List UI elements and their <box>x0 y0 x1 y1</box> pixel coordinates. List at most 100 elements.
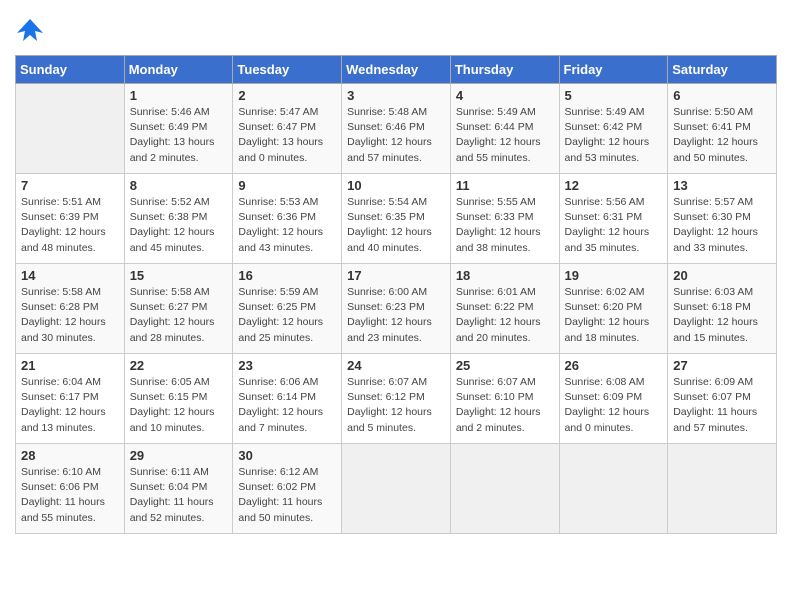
day-info: Sunrise: 6:06 AM Sunset: 6:14 PM Dayligh… <box>238 375 336 436</box>
calendar-cell: 21Sunrise: 6:04 AM Sunset: 6:17 PM Dayli… <box>16 354 125 444</box>
day-number: 17 <box>347 268 445 283</box>
day-number: 26 <box>565 358 663 373</box>
day-number: 13 <box>673 178 771 193</box>
day-info: Sunrise: 6:02 AM Sunset: 6:20 PM Dayligh… <box>565 285 663 346</box>
day-number: 7 <box>21 178 119 193</box>
logo-icon <box>15 15 45 45</box>
day-info: Sunrise: 5:54 AM Sunset: 6:35 PM Dayligh… <box>347 195 445 256</box>
calendar-cell: 23 Sunrise: 6:06 AM Sunset: 6:14 PM Dayli… <box>233 354 342 444</box>
calendar-cell: 6 Sunrise: 5:50 AM Sunset: 6:41 PM Daylig… <box>668 84 777 174</box>
calendar-cell <box>342 444 451 534</box>
day-number: 27 <box>673 358 771 373</box>
day-number: 11 <box>456 178 554 193</box>
calendar-cell: 24 Sunrise: 6:07 AM Sunset: 6:12 PM Dayli… <box>342 354 451 444</box>
calendar-cell <box>559 444 668 534</box>
calendar-cell: 13 Sunrise: 5:57 AM Sunset: 6:30 PM Dayli… <box>668 174 777 264</box>
calendar-cell: 16 Sunrise: 5:59 AM Sunset: 6:25 PM Dayli… <box>233 264 342 354</box>
day-info: Sunrise: 6:10 AM Sunset: 6:06 PM Dayligh… <box>21 465 119 526</box>
calendar-cell: 19 Sunrise: 6:02 AM Sunset: 6:20 PM Dayli… <box>559 264 668 354</box>
day-info: Sunrise: 6:09 AM Sunset: 6:07 PM Dayligh… <box>673 375 771 436</box>
page-header <box>15 15 777 45</box>
day-info: Sunrise: 6:11 AM Sunset: 6:04 PM Dayligh… <box>130 465 228 526</box>
day-number: 28 <box>21 448 119 463</box>
calendar-cell <box>668 444 777 534</box>
day-number: 9 <box>238 178 336 193</box>
calendar-cell: 2 Sunrise: 5:47 AM Sunset: 6:47 PM Daylig… <box>233 84 342 174</box>
day-number: 16 <box>238 268 336 283</box>
day-info: Sunrise: 5:50 AM Sunset: 6:41 PM Dayligh… <box>673 105 771 166</box>
day-info: Sunrise: 5:58 AM Sunset: 6:28 PM Dayligh… <box>21 285 119 346</box>
day-number: 10 <box>347 178 445 193</box>
day-number: 23 <box>238 358 336 373</box>
day-info: Sunrise: 5:56 AM Sunset: 6:31 PM Dayligh… <box>565 195 663 256</box>
weekday-header: Sunday <box>16 56 125 84</box>
calendar-cell: 30 Sunrise: 6:12 AM Sunset: 6:02 PM Dayli… <box>233 444 342 534</box>
day-info: Sunrise: 5:58 AM Sunset: 6:27 PM Dayligh… <box>130 285 228 346</box>
day-info: Sunrise: 5:53 AM Sunset: 6:36 PM Dayligh… <box>238 195 336 256</box>
calendar-cell: 3 Sunrise: 5:48 AM Sunset: 6:46 PM Daylig… <box>342 84 451 174</box>
day-info: Sunrise: 6:08 AM Sunset: 6:09 PM Dayligh… <box>565 375 663 436</box>
calendar-cell: 15 Sunrise: 5:58 AM Sunset: 6:27 PM Dayli… <box>124 264 233 354</box>
day-number: 14 <box>21 268 119 283</box>
day-number: 25 <box>456 358 554 373</box>
day-info: Sunrise: 5:55 AM Sunset: 6:33 PM Dayligh… <box>456 195 554 256</box>
day-number: 20 <box>673 268 771 283</box>
calendar-cell: 7 Sunrise: 5:51 AM Sunset: 6:39 PM Daylig… <box>16 174 125 264</box>
weekday-header: Saturday <box>668 56 777 84</box>
calendar-table: SundayMondayTuesdayWednesdayThursdayFrid… <box>15 55 777 534</box>
calendar-cell: 28 Sunrise: 6:10 AM Sunset: 6:06 PM Dayli… <box>16 444 125 534</box>
calendar-cell: 11 Sunrise: 5:55 AM Sunset: 6:33 PM Dayli… <box>450 174 559 264</box>
day-number: 1 <box>130 88 228 103</box>
day-number: 12 <box>565 178 663 193</box>
day-info: Sunrise: 6:00 AM Sunset: 6:23 PM Dayligh… <box>347 285 445 346</box>
calendar-cell: 9 Sunrise: 5:53 AM Sunset: 6:36 PM Daylig… <box>233 174 342 264</box>
weekday-header: Monday <box>124 56 233 84</box>
calendar-cell: 14 Sunrise: 5:58 AM Sunset: 6:28 PM Dayli… <box>16 264 125 354</box>
calendar-cell: 22 Sunrise: 6:05 AM Sunset: 6:15 PM Dayli… <box>124 354 233 444</box>
day-number: 6 <box>673 88 771 103</box>
day-info: Sunrise: 6:07 AM Sunset: 6:10 PM Dayligh… <box>456 375 554 436</box>
day-info: Sunrise: 6:07 AM Sunset: 6:12 PM Dayligh… <box>347 375 445 436</box>
day-info: Sunrise: 5:52 AM Sunset: 6:38 PM Dayligh… <box>130 195 228 256</box>
calendar-cell: 25 Sunrise: 6:07 AM Sunset: 6:10 PM Dayli… <box>450 354 559 444</box>
day-info: Sunrise: 5:51 AM Sunset: 6:39 PM Dayligh… <box>21 195 119 256</box>
calendar-week-row: 7 Sunrise: 5:51 AM Sunset: 6:39 PM Daylig… <box>16 174 777 264</box>
day-info: Sunrise: 5:47 AM Sunset: 6:47 PM Dayligh… <box>238 105 336 166</box>
weekday-header: Tuesday <box>233 56 342 84</box>
day-number: 30 <box>238 448 336 463</box>
calendar-cell: 1Sunrise: 5:46 AM Sunset: 6:49 PM Daylig… <box>124 84 233 174</box>
calendar-cell: 8 Sunrise: 5:52 AM Sunset: 6:38 PM Daylig… <box>124 174 233 264</box>
calendar-cell <box>16 84 125 174</box>
calendar-cell: 12 Sunrise: 5:56 AM Sunset: 6:31 PM Dayli… <box>559 174 668 264</box>
day-info: Sunrise: 6:04 AM Sunset: 6:17 PM Dayligh… <box>21 375 119 436</box>
day-number: 8 <box>130 178 228 193</box>
day-number: 24 <box>347 358 445 373</box>
calendar-cell: 10 Sunrise: 5:54 AM Sunset: 6:35 PM Dayli… <box>342 174 451 264</box>
day-number: 15 <box>130 268 228 283</box>
day-number: 2 <box>238 88 336 103</box>
calendar-header-row: SundayMondayTuesdayWednesdayThursdayFrid… <box>16 56 777 84</box>
day-info: Sunrise: 5:57 AM Sunset: 6:30 PM Dayligh… <box>673 195 771 256</box>
day-info: Sunrise: 5:49 AM Sunset: 6:42 PM Dayligh… <box>565 105 663 166</box>
calendar-cell: 4Sunrise: 5:49 AM Sunset: 6:44 PM Daylig… <box>450 84 559 174</box>
calendar-cell: 27 Sunrise: 6:09 AM Sunset: 6:07 PM Dayli… <box>668 354 777 444</box>
day-info: Sunrise: 6:01 AM Sunset: 6:22 PM Dayligh… <box>456 285 554 346</box>
day-number: 3 <box>347 88 445 103</box>
calendar-week-row: 14 Sunrise: 5:58 AM Sunset: 6:28 PM Dayli… <box>16 264 777 354</box>
day-number: 19 <box>565 268 663 283</box>
calendar-cell: 17 Sunrise: 6:00 AM Sunset: 6:23 PM Dayli… <box>342 264 451 354</box>
calendar-week-row: 21Sunrise: 6:04 AM Sunset: 6:17 PM Dayli… <box>16 354 777 444</box>
weekday-header: Thursday <box>450 56 559 84</box>
calendar-cell <box>450 444 559 534</box>
day-number: 22 <box>130 358 228 373</box>
day-info: Sunrise: 5:48 AM Sunset: 6:46 PM Dayligh… <box>347 105 445 166</box>
day-info: Sunrise: 5:49 AM Sunset: 6:44 PM Dayligh… <box>456 105 554 166</box>
day-info: Sunrise: 6:05 AM Sunset: 6:15 PM Dayligh… <box>130 375 228 436</box>
calendar-cell: 26 Sunrise: 6:08 AM Sunset: 6:09 PM Dayli… <box>559 354 668 444</box>
day-number: 29 <box>130 448 228 463</box>
calendar-cell: 29 Sunrise: 6:11 AM Sunset: 6:04 PM Dayli… <box>124 444 233 534</box>
day-info: Sunrise: 6:12 AM Sunset: 6:02 PM Dayligh… <box>238 465 336 526</box>
weekday-header: Friday <box>559 56 668 84</box>
calendar-week-row: 28 Sunrise: 6:10 AM Sunset: 6:06 PM Dayli… <box>16 444 777 534</box>
day-info: Sunrise: 5:59 AM Sunset: 6:25 PM Dayligh… <box>238 285 336 346</box>
